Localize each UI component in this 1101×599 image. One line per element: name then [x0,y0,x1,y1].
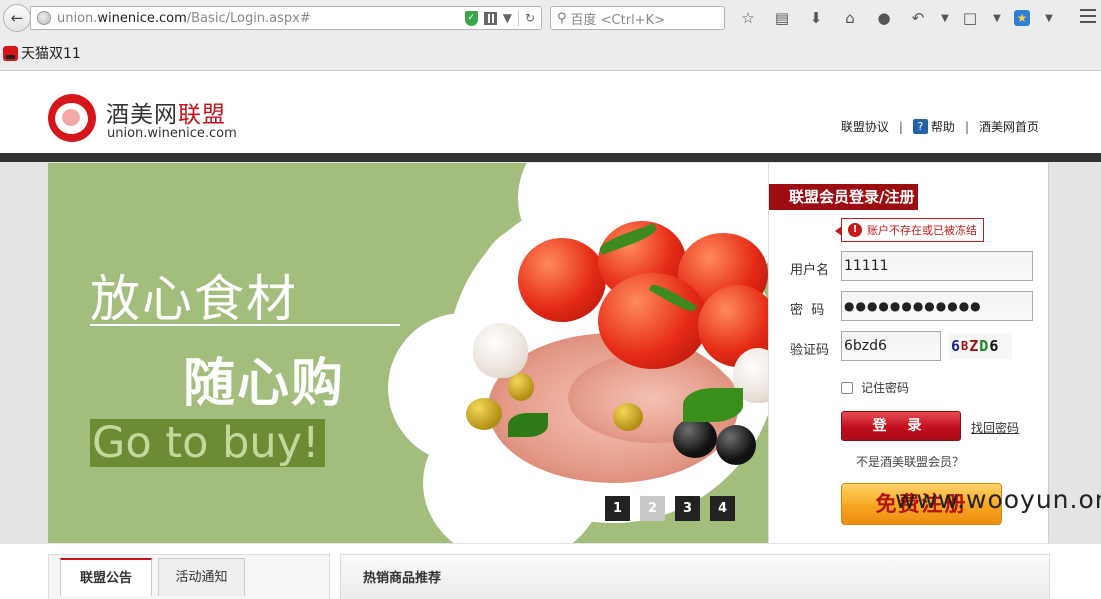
error-icon: ! [848,223,862,237]
tab-announcements[interactable]: 联盟公告 [60,558,152,596]
url-bar[interactable]: union.winenice.com/Basic/Login.aspx# ✓ ▼… [30,6,542,30]
logo-name-red: 联盟 [178,102,226,128]
favorites-icon[interactable]: ★ [1009,8,1035,28]
undo-dropdown-icon[interactable]: ▼ [939,8,951,28]
banner-slogan-3: Go to buy! [90,419,326,467]
link-separator: | [964,119,969,134]
page: 酒美网联盟 union.winenice.com 联盟协议 | ? 帮助 | 酒… [0,71,1101,599]
search-placeholder: 百度 <Ctrl+K> [570,12,665,28]
black-olive [673,418,717,458]
hot-products-title: 热销商品推荐 [363,571,442,586]
search-bar[interactable]: ⚲ 百度 <Ctrl+K> [550,6,725,30]
banner-slogan-1: 放心食材 [90,270,298,328]
pager-button-3[interactable]: 3 [675,496,700,521]
remember-password[interactable]: 记住密码 [841,379,909,396]
login-title: 联盟会员登录/注册 [769,184,919,210]
tmall-icon [3,45,18,61]
captcha-char: 6 [989,337,1000,355]
logo-title[interactable]: 酒美网联盟 [106,95,226,129]
site-header: 酒美网联盟 union.winenice.com 联盟协议 | ? 帮助 | 酒… [0,71,1101,153]
pager-button-1[interactable]: 1 [605,496,630,521]
banner-pager: 1 2 3 4 [605,496,735,521]
qr-code-icon[interactable] [483,11,497,25]
navigation-toolbar: ← union.winenice.com/Basic/Login.aspx# ✓… [0,0,1101,36]
arrow-left-icon: ← [10,9,24,27]
banner-underline [90,324,400,326]
login-button[interactable]: 登 录 [841,411,961,441]
star-badge-icon: ★ [1014,10,1030,26]
food-illustration [448,203,768,503]
garlic [473,323,528,378]
chat-icon[interactable]: ● [871,8,897,28]
help-link[interactable]: 帮助 [931,118,955,135]
browser-toolbar-icons: ☆ ▤ ⬇ ⌂ ● ↶ ▼ □ ▼ ★ ▼ [735,8,1061,28]
globe-icon [37,11,51,25]
browser-chrome: ← union.winenice.com/Basic/Login.aspx# ✓… [0,0,1101,71]
captcha-input[interactable]: 6bzd6 [841,331,941,361]
notice-box: 联盟公告 活动通知 [48,554,330,599]
reload-icon[interactable]: ↻ [525,11,535,25]
promo-banner[interactable]: 放心食材 随心购 Go to buy! 1 2 3 4 [48,163,768,543]
url-text[interactable]: union.winenice.com/Basic/Login.aspx# [57,11,311,26]
captcha-label: 验证码 [790,343,830,358]
reading-list-icon[interactable]: ▤ [769,8,795,28]
undo-icon[interactable]: ↶ [905,8,931,28]
agreement-link[interactable]: 联盟协议 [841,118,889,135]
parsley [683,388,743,422]
error-message: 账户不存在或已被冻结 [867,224,977,237]
password-input[interactable]: ●●●●●●●●●●●● [841,291,1033,321]
green-olive [613,403,643,431]
not-member-text: 不是酒美联盟会员？ [856,455,965,469]
back-button[interactable]: ← [3,4,31,32]
link-separator: | [898,119,903,134]
remember-checkbox[interactable] [841,381,853,394]
divider [517,10,519,26]
watermark: www.wooyun.org [895,485,1101,514]
home-icon[interactable]: ⌂ [837,8,863,28]
forgot-password-link[interactable]: 找回密码 [971,419,1019,436]
crop-icon[interactable]: □ [957,8,983,28]
pager-button-2[interactable]: 2 [640,496,665,521]
search-icon: ⚲ [557,10,567,26]
tomato [518,238,606,322]
logo-domain: union.winenice.com [107,126,237,141]
url-domain: winenice.com [97,10,187,26]
tab-activities[interactable]: 活动通知 [158,558,245,596]
captcha-char: Z [969,337,980,355]
green-olive [508,373,534,401]
url-prefix: union. [57,10,98,26]
download-icon[interactable]: ⬇ [803,8,829,28]
black-olive [716,425,756,465]
captcha-char: 6 [951,337,962,355]
green-olive [466,398,502,430]
password-label: 密 码 [790,303,825,318]
crop-dropdown-icon[interactable]: ▼ [991,8,1003,28]
username-label: 用户名 [790,263,830,278]
bookmarks-bar: 天猫双11 [0,40,81,66]
top-links: 联盟协议 | ? 帮助 | 酒美网首页 [841,118,1039,135]
error-tooltip: ! 账户不存在或已被冻结 [835,218,984,242]
banner-slogan-2: 随心购 [183,354,346,414]
logo-name: 酒美网 [106,102,178,128]
bookmark-tmall[interactable]: 天猫双11 [21,43,81,63]
parsley [508,413,548,437]
help-icon[interactable]: ? [912,119,928,134]
hamburger-menu-icon[interactable] [1080,9,1096,23]
url-path: /Basic/Login.aspx# [186,10,311,26]
home-link[interactable]: 酒美网首页 [979,118,1039,135]
url-bar-icons: ✓ ▼ ↻ [464,10,535,26]
shield-icon[interactable]: ✓ [464,10,478,26]
captcha-image[interactable]: 6BZD6 [949,333,1012,359]
logo-icon[interactable] [48,94,96,142]
hot-products-box: 热销商品推荐 [340,554,1050,599]
bookmark-star-icon[interactable]: ☆ [735,8,761,28]
captcha-char: D [979,337,990,355]
header-divider [0,153,1101,162]
remember-label: 记住密码 [861,381,910,395]
dropdown-icon[interactable]: ▼ [503,11,512,25]
favorites-dropdown-icon[interactable]: ▼ [1043,8,1055,28]
username-input[interactable]: 11111 [841,251,1033,281]
pager-button-4[interactable]: 4 [710,496,735,521]
